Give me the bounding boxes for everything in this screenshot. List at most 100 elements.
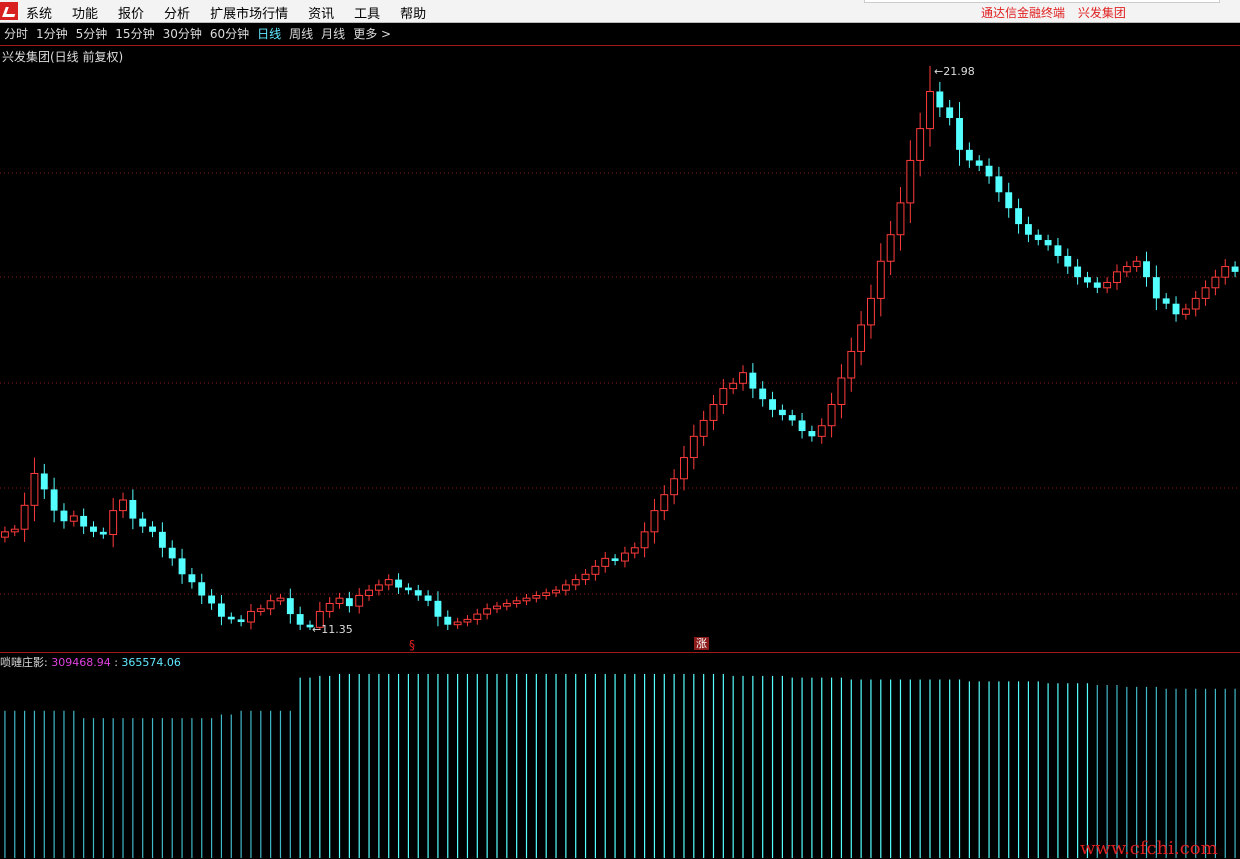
candle[interactable] bbox=[90, 521, 97, 538]
candle[interactable] bbox=[414, 584, 422, 601]
candle[interactable] bbox=[817, 418, 826, 444]
candle[interactable] bbox=[149, 521, 156, 538]
tab-5min[interactable]: 5分钟 bbox=[76, 24, 108, 44]
candle[interactable] bbox=[1103, 277, 1112, 294]
candle[interactable] bbox=[936, 81, 944, 117]
candle[interactable] bbox=[119, 492, 127, 519]
candle[interactable] bbox=[188, 567, 196, 589]
candle[interactable] bbox=[847, 337, 856, 392]
candle[interactable] bbox=[1113, 264, 1121, 290]
candle[interactable] bbox=[1024, 216, 1032, 243]
menu-item-tools[interactable]: 工具 bbox=[354, 3, 380, 22]
candle[interactable] bbox=[719, 379, 728, 415]
candle[interactable] bbox=[198, 573, 206, 605]
candle[interactable] bbox=[99, 527, 107, 539]
candle[interactable] bbox=[611, 554, 619, 566]
candle[interactable] bbox=[434, 591, 442, 627]
candle[interactable] bbox=[374, 579, 383, 596]
candle[interactable] bbox=[837, 364, 846, 419]
candle[interactable] bbox=[867, 284, 875, 339]
candle[interactable] bbox=[680, 445, 688, 491]
app-logo-icon[interactable] bbox=[0, 2, 18, 20]
candle[interactable] bbox=[689, 424, 698, 470]
tab-daily[interactable]: 日线 bbox=[257, 24, 281, 44]
menu-item-function[interactable]: 功能 bbox=[72, 3, 98, 22]
candle[interactable] bbox=[276, 593, 285, 606]
menu-item-help[interactable]: 帮助 bbox=[400, 3, 426, 22]
candle[interactable] bbox=[1005, 182, 1013, 218]
candle[interactable] bbox=[995, 166, 1003, 202]
tab-more[interactable]: 更多 > bbox=[353, 24, 391, 44]
candle[interactable] bbox=[424, 590, 432, 607]
candle[interactable] bbox=[561, 579, 570, 596]
candle[interactable] bbox=[827, 392, 836, 438]
candle[interactable] bbox=[365, 584, 373, 601]
candle[interactable] bbox=[1084, 271, 1091, 288]
candle[interactable] bbox=[946, 99, 954, 126]
tab-1min[interactable]: 1分钟 bbox=[36, 24, 68, 44]
candle[interactable] bbox=[463, 615, 472, 627]
candle[interactable] bbox=[759, 381, 767, 407]
candle[interactable] bbox=[1191, 290, 1200, 317]
candle[interactable] bbox=[896, 186, 905, 251]
candle[interactable] bbox=[926, 66, 934, 147]
candle[interactable] bbox=[788, 409, 796, 426]
candle[interactable] bbox=[965, 142, 973, 168]
candle[interactable] bbox=[1143, 251, 1150, 287]
candle[interactable] bbox=[10, 524, 19, 537]
candle[interactable] bbox=[345, 591, 353, 613]
candle[interactable] bbox=[1181, 303, 1190, 320]
candle[interactable] bbox=[483, 603, 492, 620]
candle[interactable] bbox=[266, 594, 275, 616]
candle[interactable] bbox=[620, 546, 629, 568]
candle[interactable] bbox=[650, 498, 659, 544]
candle[interactable] bbox=[355, 588, 364, 614]
candle[interactable] bbox=[256, 604, 265, 616]
menu-item-analysis[interactable]: 分析 bbox=[164, 3, 190, 22]
candle[interactable] bbox=[178, 548, 186, 584]
candle[interactable] bbox=[552, 585, 560, 598]
candlestick-chart[interactable] bbox=[0, 46, 1240, 652]
menu-item-quote[interactable]: 报价 bbox=[118, 3, 144, 22]
candle[interactable] bbox=[20, 492, 29, 542]
candle[interactable] bbox=[630, 542, 639, 559]
candle[interactable] bbox=[384, 574, 393, 591]
candle[interactable] bbox=[1162, 293, 1170, 310]
candle[interactable] bbox=[532, 591, 541, 603]
menu-item-system[interactable]: 系统 bbox=[26, 3, 52, 22]
candle[interactable] bbox=[395, 573, 403, 594]
candle[interactable] bbox=[30, 457, 39, 522]
candle[interactable] bbox=[158, 522, 166, 558]
candle[interactable] bbox=[1054, 237, 1062, 264]
candle[interactable] bbox=[1015, 198, 1023, 234]
tab-30min[interactable]: 30分钟 bbox=[163, 24, 202, 44]
candle[interactable] bbox=[1093, 277, 1101, 294]
candle[interactable] bbox=[1044, 234, 1052, 251]
candle[interactable] bbox=[729, 377, 738, 394]
menu-item-extended-market[interactable]: 扩展市场行情 bbox=[210, 3, 288, 22]
candle[interactable] bbox=[237, 615, 245, 627]
candle[interactable] bbox=[808, 425, 816, 442]
candle[interactable] bbox=[749, 363, 757, 399]
candle[interactable] bbox=[1132, 255, 1141, 272]
candle[interactable] bbox=[335, 592, 344, 609]
candle[interactable] bbox=[522, 593, 531, 606]
tab-weekly[interactable]: 周线 bbox=[289, 24, 313, 44]
candle[interactable] bbox=[876, 243, 885, 317]
candle[interactable] bbox=[80, 508, 88, 534]
menu-item-news[interactable]: 资讯 bbox=[308, 3, 334, 22]
candle[interactable] bbox=[1122, 261, 1131, 278]
candle[interactable] bbox=[1172, 296, 1180, 322]
candle[interactable] bbox=[40, 463, 48, 499]
candle[interactable] bbox=[512, 596, 521, 608]
candle[interactable] bbox=[778, 404, 786, 421]
candle[interactable] bbox=[975, 155, 983, 172]
candle[interactable] bbox=[129, 489, 137, 530]
candle[interactable] bbox=[769, 391, 776, 418]
candle[interactable] bbox=[217, 594, 225, 626]
candle[interactable] bbox=[670, 469, 679, 505]
candle[interactable] bbox=[404, 583, 412, 595]
candle[interactable] bbox=[1231, 261, 1239, 278]
candle[interactable] bbox=[709, 394, 718, 430]
candle[interactable] bbox=[542, 588, 551, 600]
